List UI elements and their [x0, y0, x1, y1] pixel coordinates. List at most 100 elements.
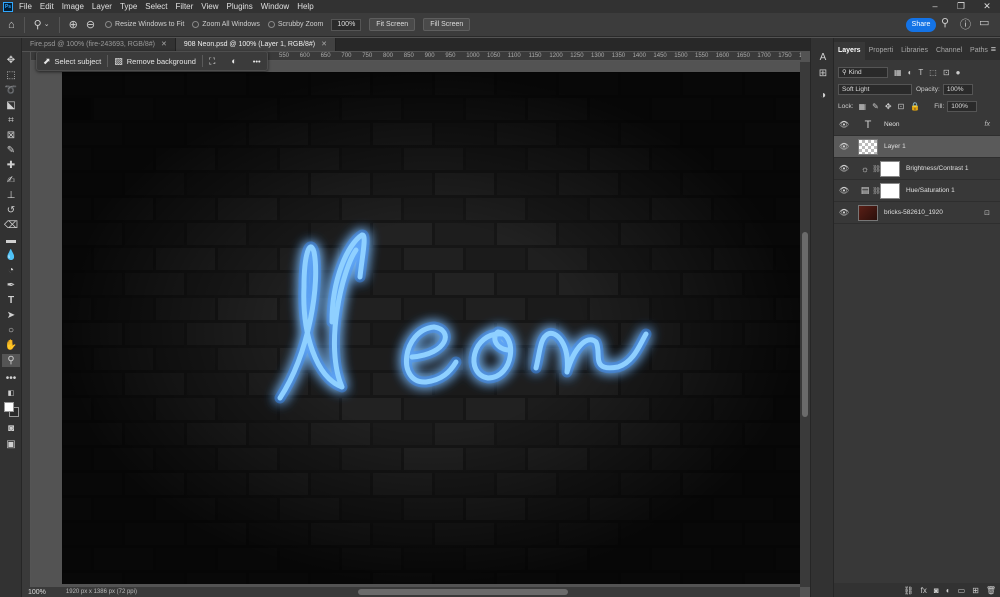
- layer-bricks[interactable]: 👁 bricks-582610_1920 ⊡: [834, 202, 1000, 224]
- document-dimensions[interactable]: 1920 px x 1386 px (72 ppi): [66, 589, 137, 595]
- new-group-icon[interactable]: ▭: [958, 586, 966, 595]
- gradient-tool-icon[interactable]: ▬: [2, 234, 20, 247]
- link-icon[interactable]: ⛓: [872, 165, 881, 173]
- menu-edit[interactable]: Edit: [40, 0, 54, 13]
- object-selection-tool-icon[interactable]: ⬕: [2, 99, 20, 112]
- scrubby-zoom-checkbox[interactable]: Scrubby Zoom: [267, 21, 323, 28]
- screen-mode-icon[interactable]: ▣: [2, 438, 20, 451]
- fill-screen-button[interactable]: Fill Screen: [423, 18, 471, 31]
- tab-channels[interactable]: Channel: [932, 42, 966, 60]
- lock-position-icon[interactable]: ✥: [885, 102, 892, 111]
- pixel-filter-icon[interactable]: ▦: [894, 68, 902, 77]
- horizontal-scroll-thumb[interactable]: [358, 589, 568, 595]
- search-icon[interactable]: ⚲: [941, 16, 949, 29]
- history-brush-tool-icon[interactable]: ↺: [2, 204, 20, 217]
- lock-artboard-icon[interactable]: ⊡: [898, 102, 905, 111]
- add-mask-icon[interactable]: ◙: [934, 586, 939, 595]
- fit-screen-button[interactable]: Fit Screen: [369, 18, 416, 31]
- more-options-button[interactable]: •••: [247, 51, 267, 71]
- close-icon[interactable]: ✕: [321, 41, 327, 48]
- layer-brightness-contrast[interactable]: 👁 ☼ ⛓ Brightness/Contrast 1: [834, 158, 1000, 180]
- lock-brush-icon[interactable]: ✎: [872, 102, 879, 111]
- dodge-tool-icon[interactable]: ◔: [2, 264, 20, 277]
- menu-plugins[interactable]: Plugins: [227, 0, 253, 13]
- workspace-icon[interactable]: ▭: [979, 16, 989, 29]
- move-tool-icon[interactable]: ✥: [2, 54, 20, 67]
- shape-filter-icon[interactable]: ⬚: [929, 68, 937, 77]
- horizontal-scrollbar[interactable]: [158, 587, 800, 597]
- eye-icon[interactable]: 👁: [836, 142, 852, 151]
- layer-layer-1[interactable]: 👁 Layer 1: [834, 136, 1000, 158]
- mask-button[interactable]: ◐: [225, 51, 246, 71]
- zoom-in-icon[interactable]: ⊕: [69, 13, 78, 37]
- menu-select[interactable]: Select: [145, 0, 167, 13]
- zoom-value-field[interactable]: 100%: [331, 18, 362, 31]
- vertical-scrollbar[interactable]: [800, 62, 810, 587]
- close-button[interactable]: ✕: [974, 0, 1000, 13]
- select-subject-button[interactable]: ⬈ Select subject: [37, 51, 107, 71]
- zoom-level[interactable]: 100%: [22, 589, 52, 596]
- delete-layer-icon[interactable]: 🗑: [986, 586, 996, 595]
- learn-icon[interactable]: A: [817, 52, 829, 64]
- blur-tool-icon[interactable]: 💧: [2, 249, 20, 262]
- eraser-tool-icon[interactable]: ⌫: [2, 219, 20, 232]
- layer-mask-thumbnail[interactable]: [880, 160, 900, 177]
- lock-pixels-icon[interactable]: ▦: [859, 102, 867, 111]
- menu-window[interactable]: Window: [261, 0, 289, 13]
- lasso-tool-icon[interactable]: ➰: [2, 84, 20, 97]
- new-layer-icon[interactable]: ⊞: [972, 586, 979, 595]
- tab-fire[interactable]: Fire.psd @ 100% (fire-243693, RGB/8#) ✕: [22, 38, 176, 51]
- menu-help[interactable]: Help: [297, 0, 313, 13]
- kind-filter-select[interactable]: ⚲ Kind: [838, 67, 888, 78]
- fill-field[interactable]: 100%: [947, 101, 978, 112]
- lock-icon[interactable]: 🔒: [910, 102, 920, 111]
- zoom-all-checkbox[interactable]: Zoom All Windows: [192, 21, 260, 28]
- default-colors-icon[interactable]: ◧: [2, 387, 20, 400]
- menu-image[interactable]: Image: [62, 0, 84, 13]
- healing-brush-tool-icon[interactable]: ✚: [2, 159, 20, 172]
- fx-icon[interactable]: fx: [985, 121, 990, 128]
- color-icon[interactable]: ◑: [817, 90, 829, 102]
- menu-filter[interactable]: Filter: [176, 0, 194, 13]
- hand-tool-icon[interactable]: ✋: [2, 339, 20, 352]
- opacity-field[interactable]: 100%: [942, 84, 973, 95]
- shape-tool-icon[interactable]: ○: [2, 324, 20, 337]
- filter-toggle-icon[interactable]: ●: [956, 68, 961, 77]
- close-icon[interactable]: ✕: [161, 41, 167, 48]
- tab-libraries[interactable]: Libraries: [897, 42, 932, 60]
- document-image[interactable]: [62, 72, 800, 584]
- foreground-color-swatch[interactable]: [4, 402, 14, 412]
- zoom-tool-icon[interactable]: ⚲: [34, 13, 42, 37]
- panel-menu-icon[interactable]: ≡: [991, 44, 996, 54]
- blend-mode-select[interactable]: Soft Light: [838, 84, 912, 95]
- quick-mask-icon[interactable]: ◙: [2, 422, 20, 435]
- zoom-tool-icon[interactable]: ⚲: [2, 354, 20, 367]
- vertical-scroll-thumb[interactable]: [802, 232, 808, 417]
- path-selection-tool-icon[interactable]: ➤: [2, 309, 20, 322]
- new-adjustment-icon[interactable]: ◐: [946, 586, 951, 595]
- tab-properties[interactable]: Properti: [865, 42, 898, 60]
- clone-stamp-tool-icon[interactable]: ⊥: [2, 189, 20, 202]
- pen-tool-icon[interactable]: ✒: [2, 279, 20, 292]
- eye-icon[interactable]: 👁: [836, 120, 852, 129]
- help-icon[interactable]: ⓘ: [960, 16, 971, 32]
- more-tools-icon[interactable]: •••: [2, 372, 20, 385]
- adjustment-filter-icon[interactable]: ◐: [908, 68, 913, 77]
- restore-button[interactable]: ❐: [948, 0, 974, 13]
- eye-icon[interactable]: 👁: [836, 208, 852, 217]
- eye-icon[interactable]: 👁: [836, 186, 852, 195]
- type-tool-icon[interactable]: T: [2, 294, 20, 307]
- brush-tool-icon[interactable]: ✍: [2, 174, 20, 187]
- remove-background-button[interactable]: ▨ Remove background: [108, 51, 202, 71]
- home-icon[interactable]: ⌂: [8, 13, 15, 37]
- layer-neon[interactable]: 👁 T Neon fx: [834, 114, 1000, 136]
- share-button[interactable]: Share: [906, 18, 936, 32]
- tab-neon[interactable]: 908 Neon.psd @ 100% (Layer 1, RGB/8#) ✕: [175, 38, 336, 51]
- fx-icon[interactable]: fx: [921, 586, 927, 595]
- frame-tool-icon[interactable]: ⊠: [2, 129, 20, 142]
- zoom-out-icon[interactable]: ⊖: [86, 13, 95, 37]
- layer-hue-saturation[interactable]: 👁 ▤ ⛓ Hue/Saturation 1: [834, 180, 1000, 202]
- tab-paths[interactable]: Paths: [966, 42, 992, 60]
- marquee-tool-icon[interactable]: ⬚: [2, 69, 20, 82]
- link-layers-icon[interactable]: ⛓: [904, 586, 914, 595]
